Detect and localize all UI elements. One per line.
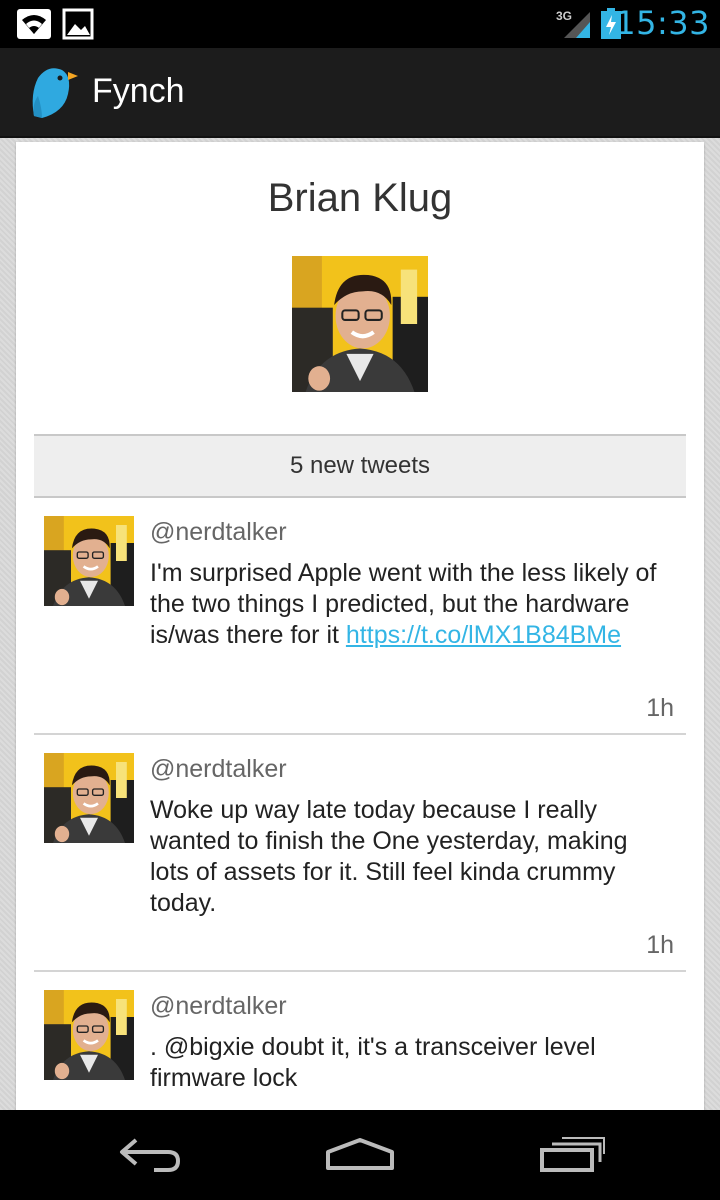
new-tweets-banner[interactable]: 5 new tweets	[34, 434, 686, 498]
tweet-handle[interactable]: @nerdtalker	[150, 992, 287, 1021]
tweet-avatar[interactable]	[44, 753, 134, 843]
navigation-bar	[0, 1110, 720, 1200]
tweet-time: 1h	[646, 931, 674, 959]
network-label: 3G	[556, 9, 572, 23]
tweet-handle[interactable]: @nerdtalker	[150, 755, 287, 784]
tweet-handle[interactable]: @nerdtalker	[150, 518, 287, 547]
back-icon[interactable]	[114, 1130, 184, 1185]
tweet-link[interactable]: https://t.co/lMX1B84BMe	[346, 621, 621, 649]
tweet-text: Woke up way late today because I really …	[150, 795, 670, 919]
tweet-item[interactable]: @nerdtalker Woke up way late today becau…	[34, 735, 686, 972]
profile-card: Brian Klug 5 new tweets @nerdtalker I'm …	[16, 142, 704, 1122]
wifi-icon	[16, 8, 52, 45]
recent-apps-icon[interactable]	[536, 1130, 608, 1185]
status-bar: 3G 15:33	[0, 0, 720, 48]
tweet-body: . @bigxie doubt it, it's a transceiver l…	[150, 1033, 596, 1092]
image-notification-icon	[62, 8, 94, 45]
profile-name: Brian Klug	[267, 176, 453, 220]
action-bar: Fynch	[0, 48, 720, 138]
app-title: Fynch	[92, 72, 185, 110]
tweet-avatar[interactable]	[44, 990, 134, 1080]
tweet-body: Woke up way late today because I really …	[150, 796, 628, 917]
tweet-text: I'm surprised Apple went with the less l…	[150, 558, 670, 651]
fynch-bird-logo-icon[interactable]	[28, 64, 80, 125]
signal-3g-icon: 3G	[556, 8, 592, 45]
tweet-avatar[interactable]	[44, 516, 134, 606]
tweet-item[interactable]: @nerdtalker I'm surprised Apple went wit…	[34, 498, 686, 735]
home-icon[interactable]	[322, 1130, 398, 1185]
tweet-time: 1h	[646, 694, 674, 722]
status-time: 15:33	[615, 4, 710, 42]
tweet-text: . @bigxie doubt it, it's a transceiver l…	[150, 1032, 670, 1094]
tweet-item[interactable]: @nerdtalker . @bigxie doubt it, it's a t…	[34, 972, 686, 1122]
profile-photo[interactable]	[292, 256, 428, 392]
